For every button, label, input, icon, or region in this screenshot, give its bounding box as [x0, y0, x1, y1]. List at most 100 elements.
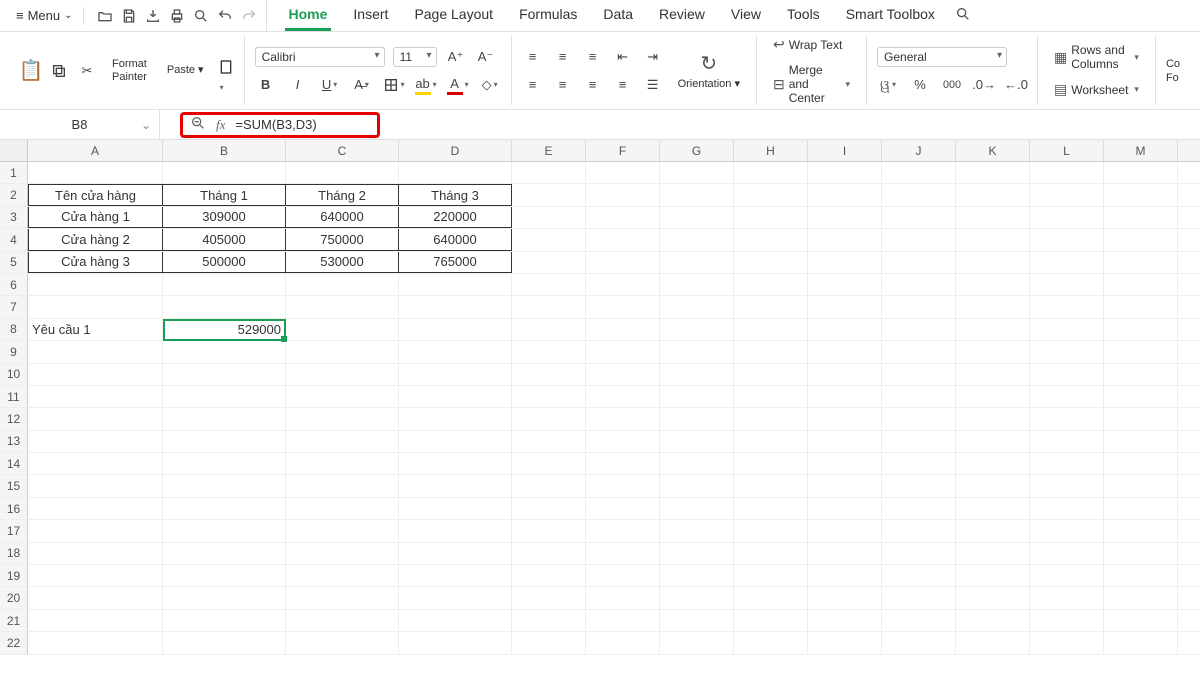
- cell[interactable]: [586, 453, 660, 474]
- cell[interactable]: [660, 408, 734, 429]
- cell[interactable]: [28, 565, 163, 586]
- cell[interactable]: [586, 252, 660, 273]
- cell[interactable]: Yêu cầu 1: [28, 319, 163, 340]
- cell[interactable]: [956, 162, 1030, 183]
- cell[interactable]: [163, 162, 286, 183]
- cell[interactable]: [512, 162, 586, 183]
- cell[interactable]: [586, 408, 660, 429]
- cell[interactable]: [586, 431, 660, 452]
- align-right-icon[interactable]: ≡: [582, 75, 604, 95]
- cell[interactable]: [399, 408, 512, 429]
- cell[interactable]: [28, 274, 163, 295]
- cell[interactable]: [734, 296, 808, 317]
- cell[interactable]: [1030, 207, 1104, 228]
- cell[interactable]: [882, 565, 956, 586]
- border-icon[interactable]: [383, 75, 405, 95]
- row-head-15[interactable]: 15: [0, 475, 28, 496]
- align-top-icon[interactable]: ≡: [522, 47, 544, 67]
- cell[interactable]: [956, 386, 1030, 407]
- cell[interactable]: [286, 319, 399, 340]
- row-head-7[interactable]: 7: [0, 296, 28, 317]
- cell[interactable]: [882, 274, 956, 295]
- cell[interactable]: [882, 632, 956, 653]
- cell[interactable]: [1104, 341, 1178, 362]
- cell[interactable]: [956, 520, 1030, 541]
- cell[interactable]: [1104, 453, 1178, 474]
- cell[interactable]: [882, 341, 956, 362]
- font-size-select[interactable]: 11: [393, 47, 437, 67]
- cell[interactable]: [734, 162, 808, 183]
- row-head-6[interactable]: 6: [0, 274, 28, 295]
- cell[interactable]: [512, 475, 586, 496]
- cell[interactable]: [660, 610, 734, 631]
- cell[interactable]: [1104, 498, 1178, 519]
- cell[interactable]: [660, 475, 734, 496]
- cell[interactable]: [586, 319, 660, 340]
- cell[interactable]: [882, 229, 956, 250]
- cell[interactable]: [286, 341, 399, 362]
- cell[interactable]: [660, 431, 734, 452]
- cell[interactable]: [660, 296, 734, 317]
- col-head-j[interactable]: J: [882, 140, 956, 161]
- cell[interactable]: [956, 632, 1030, 653]
- cell[interactable]: [1030, 543, 1104, 564]
- cell[interactable]: 750000: [286, 229, 399, 250]
- row-head-4[interactable]: 4: [0, 229, 28, 250]
- col-head-e[interactable]: E: [512, 140, 586, 161]
- cell[interactable]: [1104, 408, 1178, 429]
- cell[interactable]: [1030, 162, 1104, 183]
- cell[interactable]: [734, 229, 808, 250]
- cell[interactable]: [286, 632, 399, 653]
- col-head-c[interactable]: C: [286, 140, 399, 161]
- row-head-8[interactable]: 8: [0, 319, 28, 340]
- copy-icon[interactable]: [48, 61, 70, 81]
- cell[interactable]: [163, 565, 286, 586]
- cell[interactable]: [512, 364, 586, 385]
- cell[interactable]: [808, 386, 882, 407]
- cell[interactable]: [586, 184, 660, 205]
- col-head-l[interactable]: L: [1030, 140, 1104, 161]
- cell[interactable]: [399, 341, 512, 362]
- formula-text[interactable]: =SUM(B3,D3): [235, 117, 316, 132]
- cell[interactable]: [163, 274, 286, 295]
- cell[interactable]: [163, 364, 286, 385]
- cell[interactable]: [586, 207, 660, 228]
- cell[interactable]: [734, 475, 808, 496]
- distribute-icon[interactable]: ☰: [642, 75, 664, 95]
- cell[interactable]: [586, 296, 660, 317]
- cell[interactable]: [28, 587, 163, 608]
- print-preview-icon[interactable]: [192, 7, 210, 25]
- cell[interactable]: [734, 408, 808, 429]
- cell[interactable]: [956, 498, 1030, 519]
- col-head-h[interactable]: H: [734, 140, 808, 161]
- row-head-22[interactable]: 22: [0, 632, 28, 653]
- cell[interactable]: [512, 431, 586, 452]
- cell[interactable]: [1104, 296, 1178, 317]
- cell[interactable]: [956, 453, 1030, 474]
- comma-icon[interactable]: 000: [941, 75, 963, 95]
- cell[interactable]: [286, 520, 399, 541]
- worksheet-button[interactable]: ▤Worksheet: [1048, 79, 1145, 100]
- cell[interactable]: [808, 319, 882, 340]
- cell[interactable]: [399, 543, 512, 564]
- cell[interactable]: [28, 498, 163, 519]
- col-head-a[interactable]: A: [28, 140, 163, 161]
- tab-page-layout[interactable]: Page Layout: [410, 0, 497, 31]
- cell[interactable]: [512, 610, 586, 631]
- cell[interactable]: [28, 453, 163, 474]
- tab-review[interactable]: Review: [655, 0, 709, 31]
- orientation-button[interactable]: ↻ Orientation ▾: [672, 49, 746, 92]
- cell[interactable]: [956, 364, 1030, 385]
- cell[interactable]: [808, 610, 882, 631]
- cell[interactable]: [1104, 632, 1178, 653]
- cell[interactable]: [1104, 319, 1178, 340]
- align-left-icon[interactable]: ≡: [522, 75, 544, 95]
- cell[interactable]: [28, 296, 163, 317]
- cell[interactable]: [660, 252, 734, 273]
- cell[interactable]: [586, 498, 660, 519]
- cell[interactable]: [1030, 565, 1104, 586]
- cell[interactable]: [586, 632, 660, 653]
- row-head-11[interactable]: 11: [0, 386, 28, 407]
- cell[interactable]: [1030, 296, 1104, 317]
- cell[interactable]: [586, 543, 660, 564]
